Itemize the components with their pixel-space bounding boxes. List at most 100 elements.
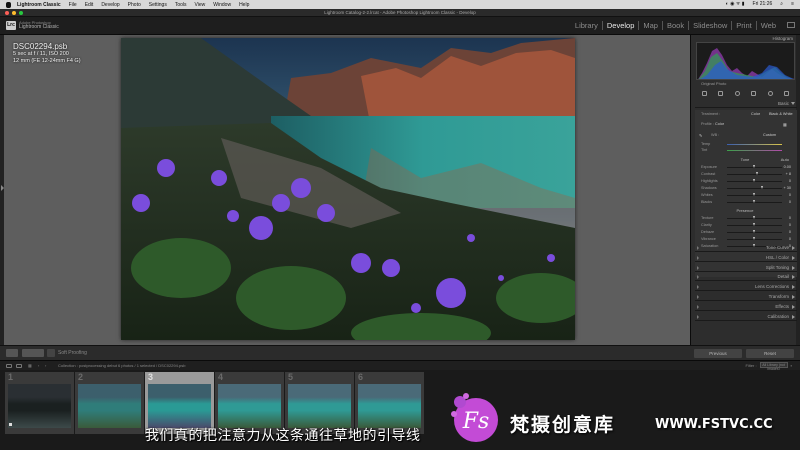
section-toggle-icon[interactable] [697,265,699,270]
slider-value-shadows[interactable]: + 30 [784,186,792,190]
menu-file[interactable]: File [69,2,77,8]
slider-track-shadows[interactable] [727,188,782,189]
section-effects[interactable]: Effects [695,302,797,311]
expand-section-icon[interactable] [792,265,795,270]
filmstrip-thumbnail[interactable] [288,384,351,428]
slider-value-dehaze[interactable]: 0 [789,230,791,234]
grid-view-icon[interactable]: ▦ [28,363,32,368]
module-book[interactable]: Book [663,21,690,30]
eyedropper-icon[interactable]: ✎ [699,133,702,138]
tint-slider[interactable] [727,150,782,151]
filter-lock-icon[interactable]: ▪ [791,363,792,368]
crop-tool-icon[interactable] [701,90,707,96]
filmstrip-thumbnail[interactable] [358,384,421,428]
filter-select[interactable]: All Library (not images) [759,362,788,371]
menu-develop[interactable]: Develop [101,2,119,8]
module-library[interactable]: Library [571,21,603,30]
treatment-color[interactable]: Color [751,112,760,116]
section-calibration[interactable]: Calibration [695,312,797,321]
slider-knob-contrast[interactable] [755,172,758,175]
red-eye-icon[interactable] [734,90,740,96]
section-split-toning[interactable]: Split Toning [695,263,797,272]
slider-value-exposure[interactable]: 0.00 [784,165,791,169]
slider-value-whites[interactable]: 0 [789,193,791,197]
search-icon[interactable]: ⌕ [780,1,783,7]
module-slideshow[interactable]: Slideshow [689,21,733,30]
expand-section-icon[interactable] [792,255,795,260]
filmstrip-thumbnail[interactable] [78,384,141,428]
left-panel-toggle[interactable] [0,35,4,345]
secondary-display-1-icon[interactable] [6,364,12,368]
temp-slider[interactable] [727,144,782,145]
section-toggle-icon[interactable] [697,285,699,290]
spot-removal-icon[interactable] [718,90,724,96]
slider-knob-vibrance[interactable] [753,237,755,240]
status-icons[interactable]: ◐ ◉ ᯤ ▮ [726,1,745,7]
module-map[interactable]: Map [639,21,663,30]
loupe-view-button[interactable] [6,349,18,357]
expand-section-icon[interactable] [792,285,795,290]
slider-knob-shadows[interactable] [761,186,764,189]
slider-knob-exposure[interactable] [753,165,755,168]
slider-knob-whites[interactable] [753,193,755,196]
slider-knob-clarity[interactable] [753,223,755,226]
section-toggle-icon[interactable] [697,275,699,280]
section-detail[interactable]: Detail [695,272,797,282]
collapse-basic-icon[interactable] [791,102,795,105]
filmstrip-thumbnail[interactable] [148,384,211,428]
section-hsl-color[interactable]: HSL / Color [695,253,797,262]
expand-section-icon[interactable] [792,295,795,299]
menu-help[interactable]: Help [239,2,249,8]
profile-browser-icon[interactable]: ▦ [783,122,787,127]
before-after-button[interactable] [22,349,44,357]
menu-list-icon[interactable]: ≡ [791,1,794,7]
menu-edit[interactable]: Edit [85,2,94,8]
slider-value-clarity[interactable]: 0 [789,223,791,227]
module-print[interactable]: Print [732,21,757,30]
slider-value-highlights[interactable]: 0 [789,179,791,183]
filmstrip-cell[interactable]: 1 [5,372,74,434]
menu-tools[interactable]: Tools [175,2,187,8]
slider-knob-highlights[interactable] [753,179,755,182]
expand-section-icon[interactable] [792,275,795,280]
module-develop[interactable]: Develop [603,21,640,30]
slider-knob-blacks[interactable] [753,200,755,203]
profile-value[interactable]: Color [715,122,724,126]
expand-section-icon[interactable] [792,304,795,309]
section-transform[interactable]: Transform [695,292,797,301]
clock[interactable]: Fri 21:26 [753,1,773,7]
previous-button[interactable]: Previous [694,349,742,358]
wb-value[interactable]: Custom [763,133,776,137]
secondary-display-2-icon[interactable] [16,364,22,368]
back-icon[interactable]: ‹ [38,363,39,368]
section-tone-curve[interactable]: Tone Curve [695,243,797,252]
slider-track-contrast[interactable] [727,174,782,175]
panel-toggle-icon[interactable] [787,22,795,28]
menu-settings[interactable]: Settings [149,2,167,8]
filmstrip-thumbnail[interactable] [218,384,281,428]
menu-view[interactable]: View [195,2,206,8]
section-basic[interactable]: Basic [695,99,797,108]
histogram-header[interactable]: Histogram [695,35,795,42]
tone-auto-button[interactable]: Auto [781,157,789,162]
forward-icon[interactable]: › [45,363,46,368]
graduated-filter-icon[interactable] [751,90,757,96]
slider-value-blacks[interactable]: 0 [789,200,791,204]
section-toggle-icon[interactable] [697,304,699,309]
expand-left-icon[interactable] [1,185,4,191]
filmstrip-breadcrumb[interactable]: Collection : postprocessing debut 6 phot… [58,363,185,368]
section-toggle-icon[interactable] [697,255,699,260]
filmstrip-cell[interactable]: 2 [75,372,144,434]
filmstrip-thumbnail[interactable] [8,384,71,428]
expand-section-icon[interactable] [792,314,795,319]
expand-section-icon[interactable] [792,246,795,250]
slider-value-texture[interactable]: 0 [789,216,791,220]
menu-photo[interactable]: Photo [128,2,141,8]
slider-value-vibrance[interactable]: 0 [789,237,791,241]
section-lens-corrections[interactable]: Lens Corrections [695,282,797,292]
menu-window[interactable]: Window [213,2,231,8]
soft-proofing-checkbox[interactable] [47,349,55,357]
main-photo[interactable] [121,38,575,340]
slider-knob-dehaze[interactable] [753,230,755,233]
section-toggle-icon[interactable] [697,314,699,319]
